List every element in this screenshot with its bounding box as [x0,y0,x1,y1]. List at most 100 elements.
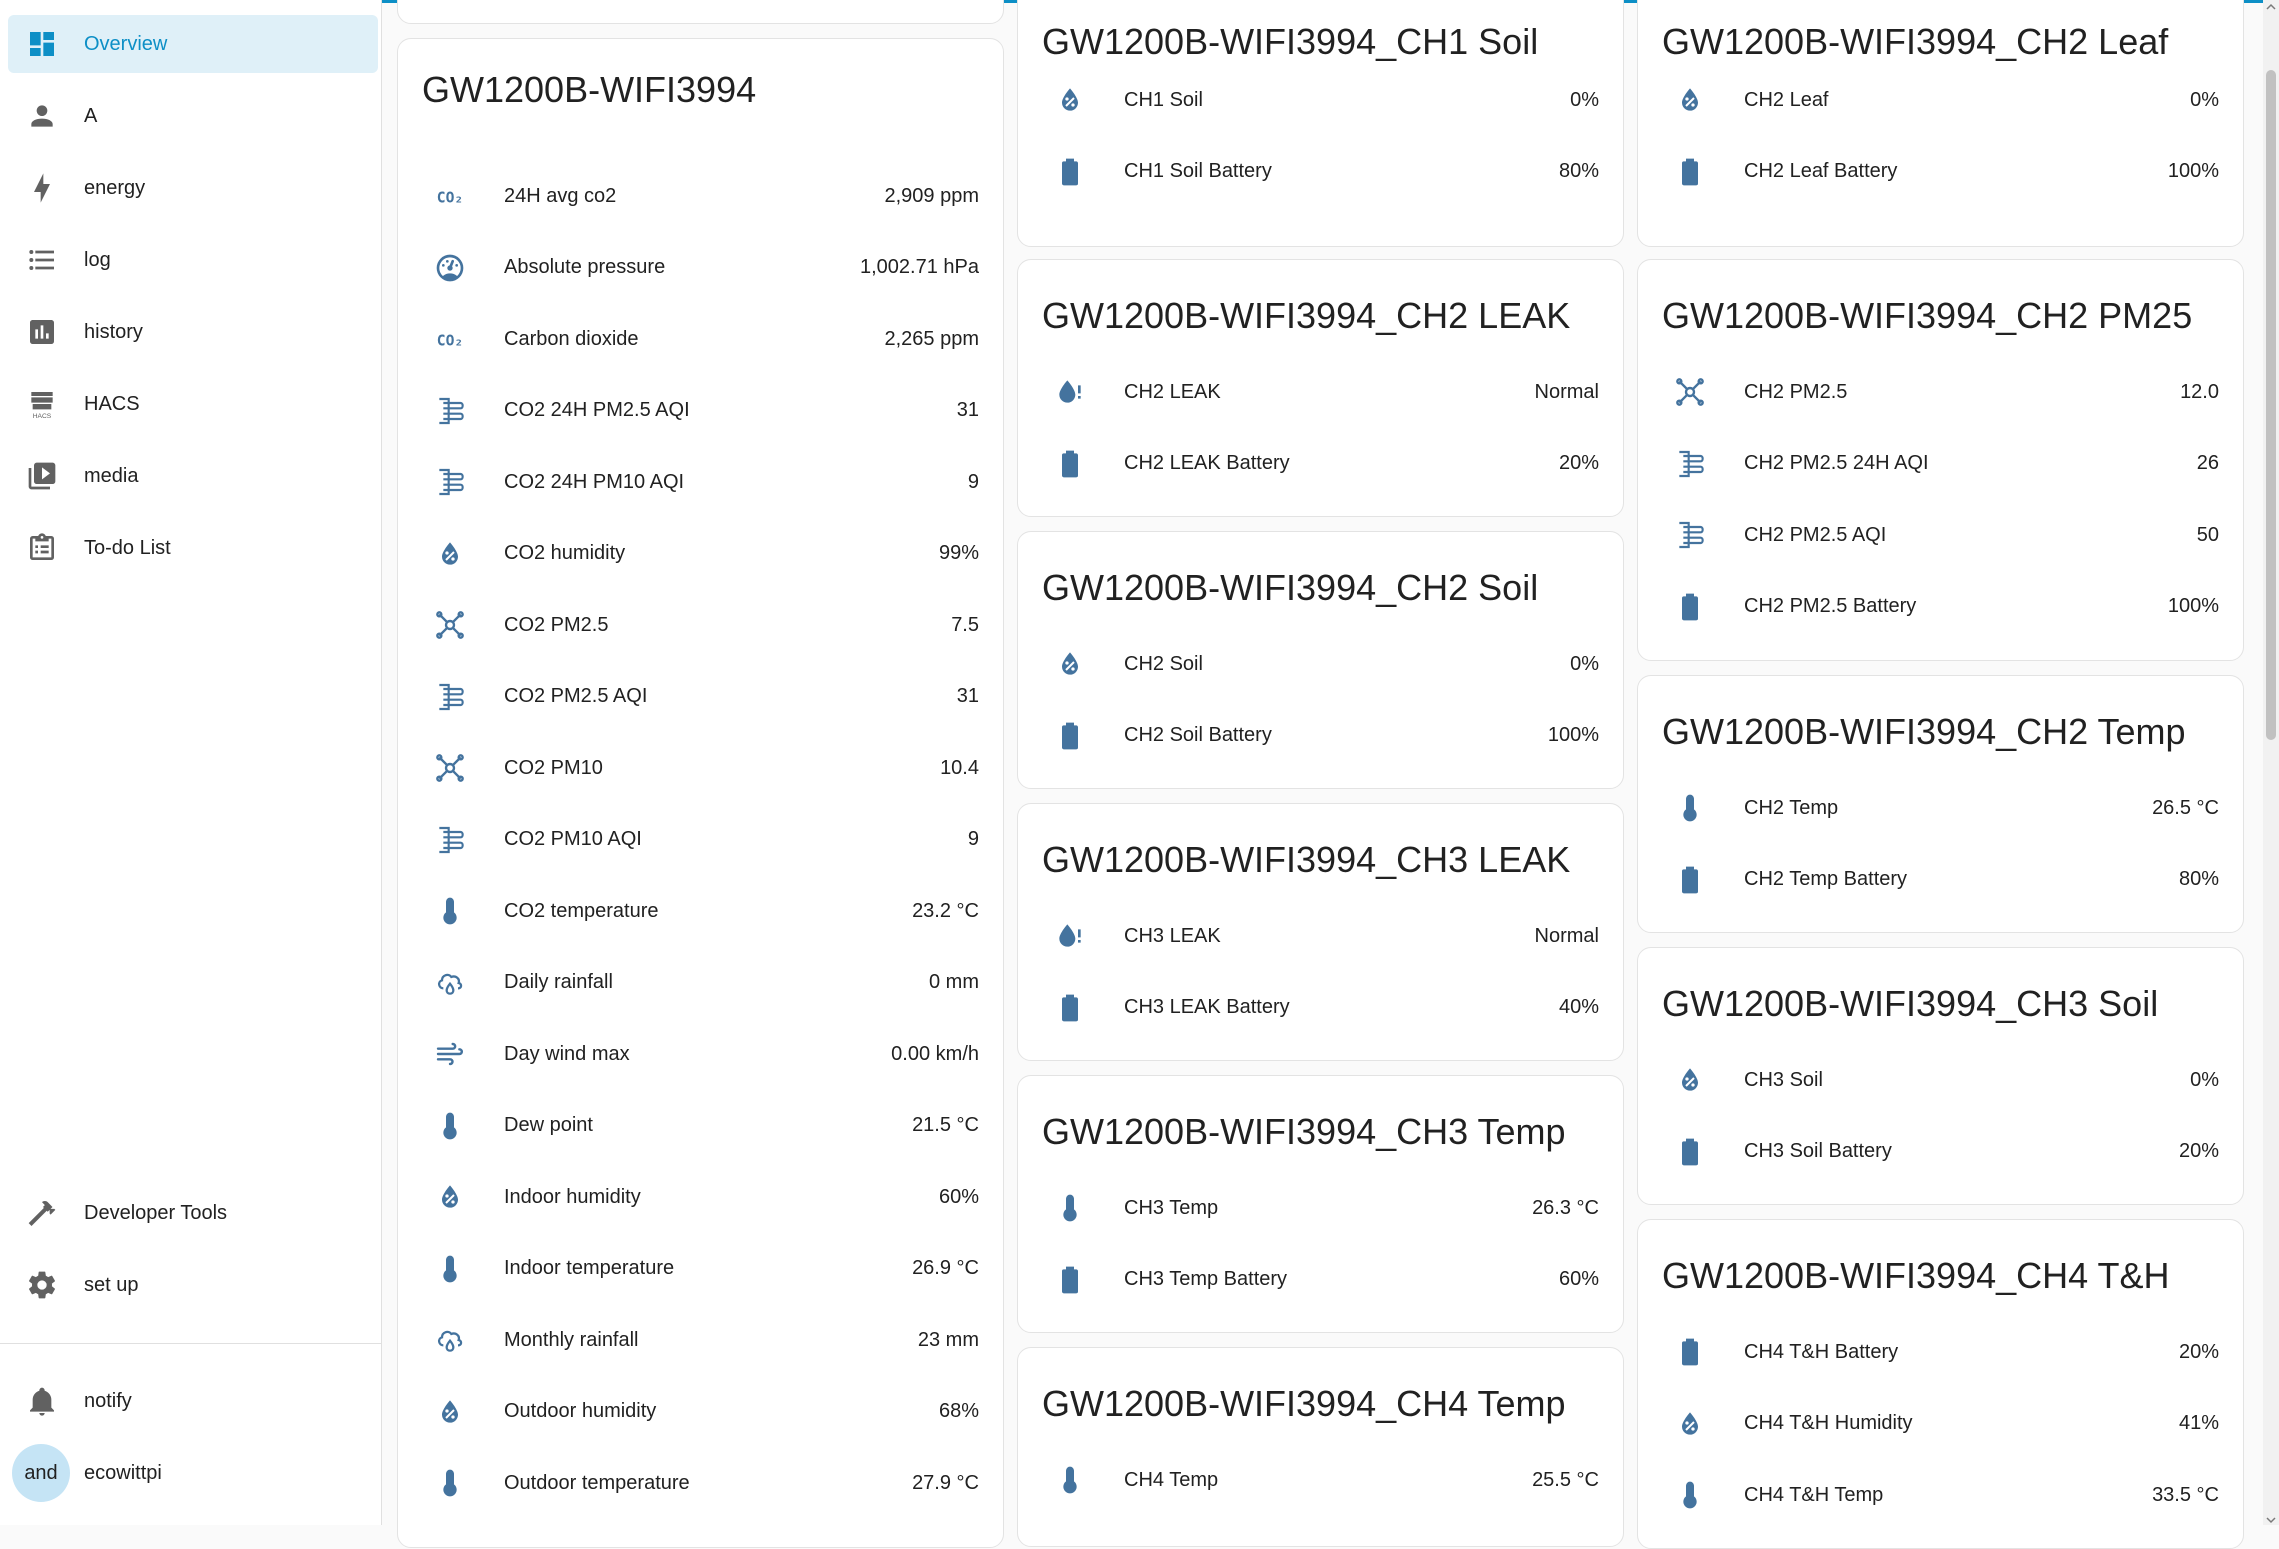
sidebar-divider [0,1343,382,1344]
battery-icon [1674,864,1706,896]
entity-row[interactable]: Monthly rainfall 23 mm [398,1315,1003,1365]
user-name[interactable]: ecowittpi [84,1462,162,1485]
entity-row[interactable]: CH2 Leaf Battery 100% [1638,147,2243,197]
sidebar-item-media[interactable]: media [8,447,378,505]
water-percent-icon [1674,84,1706,116]
entity-name: CH4 T&H Battery [1744,1340,1899,1363]
sidebar-item-developer-tools[interactable]: Developer Tools [8,1184,378,1242]
sidebar-item-todo[interactable]: To-do List [8,519,378,577]
entity-row[interactable]: CH2 Leaf 0% [1638,75,2243,125]
entity-row[interactable]: CH2 PM2.5 12.0 [1638,367,2243,417]
air-filter-icon [434,466,466,498]
entity-state: 0% [1570,88,1599,111]
entity-row[interactable]: CH3 Soil Battery 20% [1638,1127,2243,1177]
entity-row[interactable]: CH2 PM2.5 Battery 100% [1638,582,2243,632]
entity-card-partial [397,0,1004,24]
entity-row[interactable]: CH3 LEAK Normal [1018,911,1623,961]
entity-row[interactable]: CH3 LEAK Battery 40% [1018,983,1623,1033]
card-title: GW1200B-WIFI3994_CH2 Temp [1662,711,2186,752]
entity-card: GW1200B-WIFI3994_CH2 Temp CH2 Temp 26.5 °… [1637,675,2244,933]
entity-row[interactable]: CH2 LEAK Normal [1018,367,1623,417]
entity-card: GW1200B-WIFI3994_CH4 Temp CH4 Temp 25.5 °… [1017,1347,1624,1547]
air-filter-icon [434,824,466,856]
entity-row[interactable]: CH2 Temp Battery 80% [1638,855,2243,905]
entity-row[interactable]: Dew point 21.5 °C [398,1101,1003,1151]
entity-row[interactable]: CH1 Soil 0% [1018,75,1623,125]
entity-name: Monthly rainfall [504,1328,639,1351]
sidebar-item-a[interactable]: A [8,87,378,145]
entity-row[interactable]: CO2 humidity 99% [398,529,1003,579]
scroll-down-arrow-icon[interactable] [2265,1513,2277,1525]
entity-state: 0% [1570,652,1599,675]
sidebar-item-history[interactable]: history [8,303,378,361]
entity-name: CH2 PM2.5 Battery [1744,595,1917,617]
entity-name: CH3 LEAK [1124,924,1221,947]
entity-row[interactable]: CH2 Soil 0% [1018,639,1623,689]
entity-row[interactable]: CH3 Soil 0% [1638,1055,2243,1105]
entity-state: 31 [956,685,979,707]
entity-name: Day wind max [504,1042,630,1065]
sidebar-item-settings[interactable]: set up [8,1256,378,1314]
entity-state: 20% [1558,452,1599,474]
entity-row[interactable]: Absolute pressure 1,002.71 hPa [398,243,1003,293]
entity-row[interactable]: CH4 T&H Humidity 41% [1638,1399,2243,1449]
hammer-icon [26,1197,58,1229]
entity-row[interactable]: CO2 PM2.5 AQI 31 [398,672,1003,722]
entity-name: Dew point [504,1114,593,1136]
entity-state: 26.3 °C [1532,1196,1599,1219]
entity-row[interactable]: CO2 temperature 23.2 °C [398,886,1003,936]
entity-row[interactable]: CO₂ 24H avg co2 2,909 ppm [398,171,1003,221]
entity-row[interactable]: CH2 Temp 26.5 °C [1638,783,2243,833]
sidebar-item-notifications[interactable]: notify [8,1372,378,1430]
entity-row[interactable]: CH3 Temp 26.3 °C [1018,1183,1623,1233]
card-title: GW1200B-WIFI3994_CH4 T&H [1662,1255,2170,1296]
scrollbar-thumb[interactable] [2266,70,2276,740]
entity-row[interactable]: CH2 Soil Battery 100% [1018,711,1623,761]
entity-state: 50 [2196,523,2219,546]
sidebar-item-label: notify [84,1389,132,1412]
entity-state: 80% [2178,868,2219,890]
avatar[interactable]: and [12,1444,70,1502]
sidebar-item-log[interactable]: log [8,231,378,289]
clipboard-list-icon [26,532,58,564]
entity-row[interactable]: Outdoor humidity 68% [398,1387,1003,1437]
entity-name: Outdoor temperature [504,1471,690,1494]
entity-row[interactable]: Indoor humidity 60% [398,1172,1003,1222]
entity-row[interactable]: CO2 PM10 AQI 9 [398,815,1003,865]
entity-card: GW1200B-WIFI3994_CH3 LEAK CH3 LEAK Normal… [1017,803,1624,1061]
card-title: GW1200B-WIFI3994_CH2 PM25 [1662,295,2193,336]
entity-row[interactable]: CH4 Temp 25.5 °C [1018,1455,1623,1505]
entity-row[interactable]: CO2 PM10 10.4 [398,743,1003,793]
entity-name: CH2 LEAK [1124,380,1221,403]
co2-icon: CO₂ [434,323,466,355]
entity-row[interactable]: Outdoor temperature 27.9 °C [398,1458,1003,1508]
sidebar-item-label: HACS [84,392,140,415]
entity-row[interactable]: CH1 Soil Battery 80% [1018,147,1623,197]
entity-row[interactable]: CH3 Temp Battery 60% [1018,1255,1623,1305]
entity-state: 9 [967,828,979,850]
entity-name: CO2 24H PM2.5 AQI [504,399,690,421]
entity-state: 23 mm [917,1328,979,1351]
entity-row[interactable]: CH2 LEAK Battery 20% [1018,439,1623,489]
entity-row[interactable]: CO2 24H PM10 AQI 9 [398,457,1003,507]
entity-row[interactable]: Daily rainfall 0 mm [398,958,1003,1008]
entity-row[interactable]: CO2 24H PM2.5 AQI 31 [398,386,1003,436]
scroll-up-arrow-icon[interactable] [2265,0,2277,12]
sidebar-item-overview[interactable]: Overview [8,15,378,73]
entity-card: GW1200B-WIFI3994_CH2 LEAK CH2 LEAK Normal… [1017,259,1624,517]
entity-row[interactable]: Indoor temperature 26.9 °C [398,1244,1003,1294]
entity-row[interactable]: CH4 T&H Battery 20% [1638,1327,2243,1377]
entity-row[interactable]: Day wind max 0.00 km/h [398,1029,1003,1079]
entity-row[interactable]: CH2 PM2.5 AQI 50 [1638,510,2243,560]
entity-row[interactable]: CH2 PM2.5 24H AQI 26 [1638,439,2243,489]
entity-row[interactable]: CO2 PM2.5 7.5 [398,600,1003,650]
sidebar-item-energy[interactable]: energy [8,159,378,217]
entity-row[interactable]: CH4 T&H Temp 33.5 °C [1638,1470,2243,1520]
sidebar-item-hacs[interactable]: HACS HACS [8,375,378,433]
molecule-icon [434,609,466,641]
scrollbar[interactable] [2263,0,2279,1525]
thermometer-icon [1054,1192,1086,1224]
entity-name: CH2 LEAK Battery [1124,452,1290,474]
entity-row[interactable]: CO₂ Carbon dioxide 2,265 ppm [398,314,1003,364]
entity-state: 80% [1558,160,1599,182]
